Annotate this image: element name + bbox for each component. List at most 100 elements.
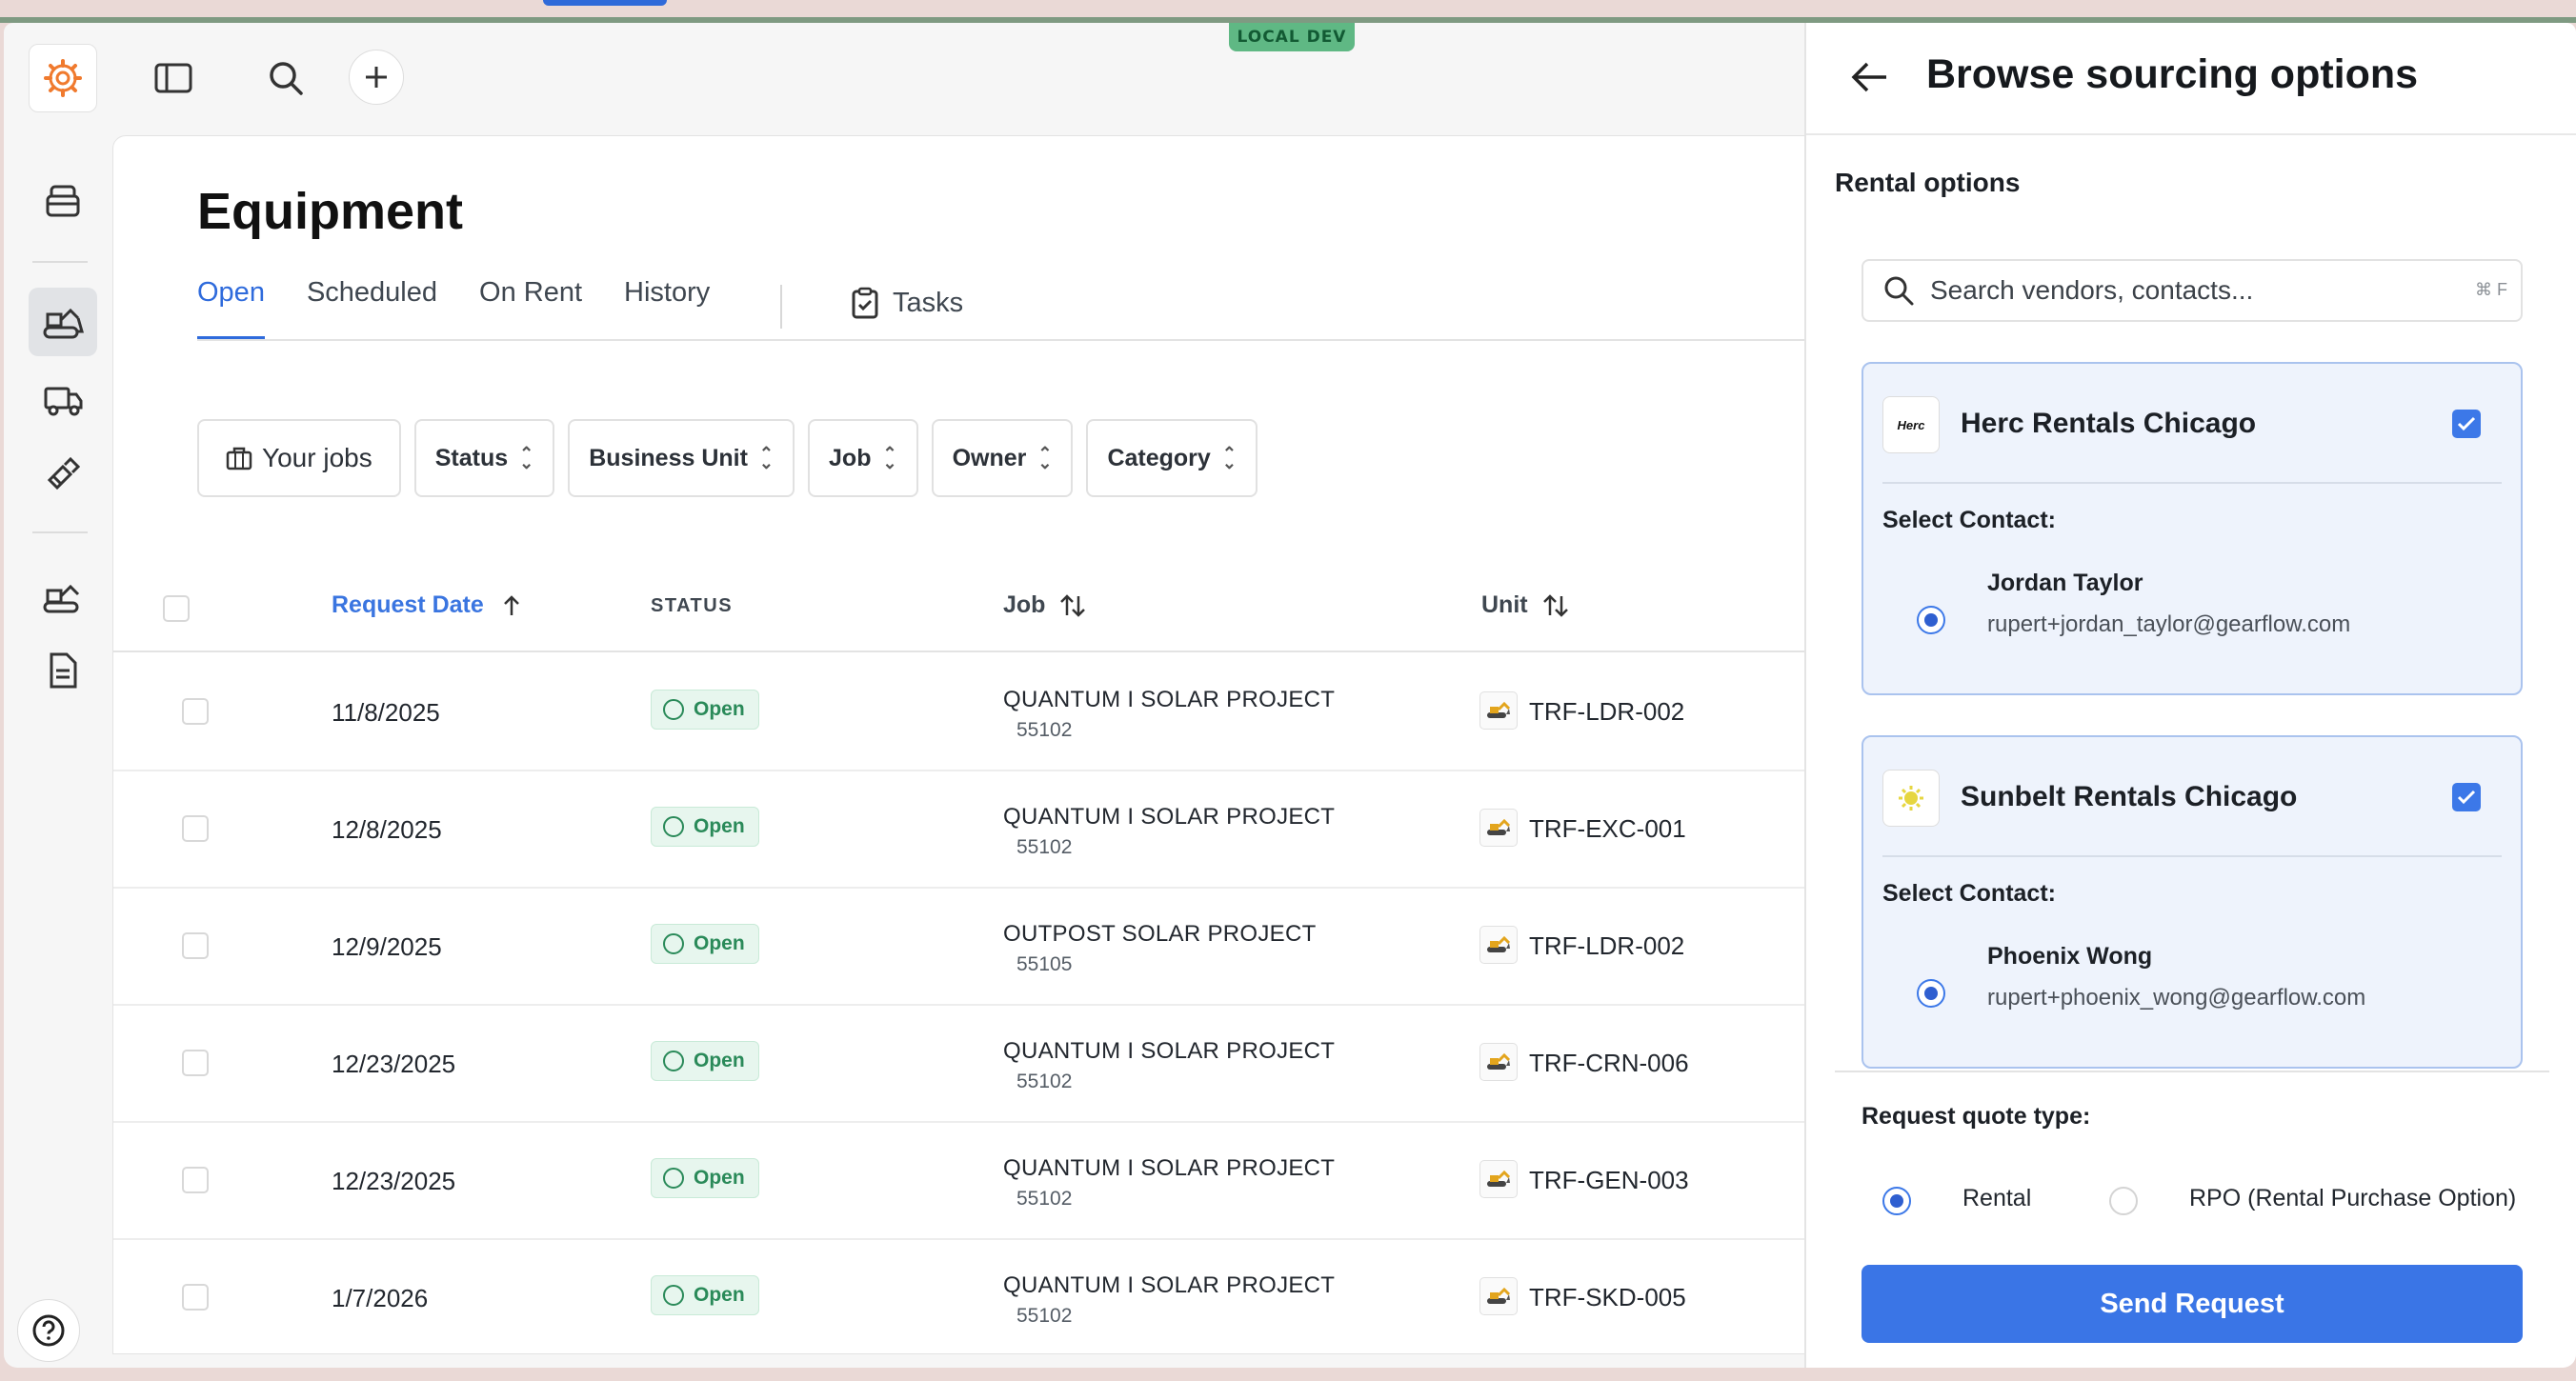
- nav-documents[interactable]: [29, 636, 97, 705]
- table-row[interactable]: 1/7/2026 Open QUANTUM I SOLAR PROJECT 55102…: [113, 1240, 1826, 1353]
- owner-filter-label: Owner: [952, 444, 1027, 471]
- tabs-underline: [197, 339, 1826, 341]
- panel-divider: [1835, 1071, 2549, 1072]
- table-row[interactable]: 12/9/2025 Open OUTPOST SOLAR PROJECT 55105 T…: [113, 889, 1826, 1006]
- clipboard-check-icon: [852, 287, 878, 319]
- row-checkbox[interactable]: [182, 1284, 209, 1311]
- status-badge: Open: [651, 807, 759, 847]
- nav-machines[interactable]: [29, 562, 97, 630]
- contact-email: rupert+jordan_taylor@gearflow.com: [1987, 611, 2351, 637]
- tools-icon: [47, 456, 81, 490]
- vendor-checkbox[interactable]: [2452, 410, 2481, 438]
- job-number: 55102: [1016, 1305, 1073, 1327]
- tab-tasks[interactable]: Tasks: [851, 287, 963, 319]
- vendor-card-sunbelt[interactable]: Sunbelt Rentals Chicago Select Contact: …: [1862, 735, 2523, 1069]
- status-badge: Open: [651, 924, 759, 964]
- select-contact-label: Select Contact:: [1882, 507, 2056, 533]
- nav-maintenance[interactable]: [29, 440, 97, 509]
- request-date: 12/8/2025: [332, 815, 442, 844]
- vendor-divider: [1882, 482, 2502, 484]
- gearflow-logo-icon[interactable]: [29, 44, 97, 112]
- chevron-updown-icon: ⌃ ⌄: [1037, 444, 1053, 472]
- request-date-header[interactable]: Request Date: [332, 591, 522, 619]
- nav-inventory[interactable]: [29, 166, 97, 234]
- job-filter-label: Job: [829, 444, 872, 471]
- add-button[interactable]: [349, 50, 404, 105]
- status-filter[interactable]: Status ⌃ ⌄: [413, 419, 555, 497]
- nav-transport[interactable]: [29, 366, 97, 434]
- table-row[interactable]: 11/8/2025 Open QUANTUM I SOLAR PROJECT 5510…: [113, 654, 1826, 771]
- tab-scheduled[interactable]: Scheduled: [307, 277, 437, 340]
- job-number: 55102: [1016, 1188, 1073, 1210]
- tab-history[interactable]: History: [624, 277, 710, 340]
- excavator-thumbnail-icon: [1479, 926, 1518, 964]
- tab-on-rent[interactable]: On Rent: [479, 277, 582, 340]
- business-unit-filter[interactable]: Business Unit ⌃ ⌄: [568, 419, 795, 497]
- status-text: Open: [694, 1050, 745, 1071]
- contact-radio[interactable]: [1917, 979, 1945, 1008]
- job-name: QUANTUM I SOLAR PROJECT: [1003, 687, 1336, 712]
- unit-code[interactable]: TRF-LDR-002: [1529, 931, 1684, 961]
- job-number: 55105: [1016, 953, 1073, 975]
- search-icon: [1884, 276, 1914, 306]
- help-button[interactable]: [17, 1299, 80, 1362]
- status-circle-icon: [663, 1051, 684, 1071]
- quote-type-rpo-label[interactable]: RPO (Rental Purchase Option): [2189, 1185, 2516, 1212]
- excavator-thumbnail-icon: [1479, 1277, 1518, 1315]
- row-checkbox[interactable]: [182, 1167, 209, 1193]
- vendor-search-input[interactable]: Search vendors, contacts... ⌘ F: [1862, 259, 2523, 322]
- unit-code[interactable]: TRF-SKD-005: [1529, 1283, 1686, 1312]
- vendor-card-herc[interactable]: Herc Herc Rentals Chicago Select Contact…: [1862, 362, 2523, 695]
- send-request-button[interactable]: Send Request: [1862, 1265, 2523, 1343]
- sort-icon: [1060, 593, 1086, 617]
- category-filter-label: Category: [1107, 444, 1211, 471]
- quote-type-rpo-radio[interactable]: [2109, 1187, 2138, 1215]
- quote-type-rental-radio[interactable]: [1882, 1187, 1911, 1215]
- your-jobs-filter[interactable]: Your jobs: [197, 419, 401, 497]
- request-date: 12/23/2025: [332, 1050, 456, 1078]
- contact-radio[interactable]: [1917, 606, 1945, 634]
- help-icon: [32, 1314, 65, 1347]
- select-all-checkbox[interactable]: [163, 595, 190, 622]
- tab-open[interactable]: Open: [197, 277, 265, 340]
- row-checkbox[interactable]: [182, 1050, 209, 1076]
- nav-equipment[interactable]: [29, 288, 97, 356]
- unit-code[interactable]: TRF-CRN-006: [1529, 1049, 1689, 1078]
- equipment-icon: [43, 308, 84, 339]
- select-contact-label: Select Contact:: [1882, 880, 2056, 907]
- vendor-checkbox[interactable]: [2452, 783, 2481, 811]
- rail-divider: [32, 531, 88, 533]
- job-header[interactable]: Job: [1003, 591, 1087, 619]
- unit-code[interactable]: TRF-GEN-003: [1529, 1166, 1689, 1195]
- tabs-divider: [780, 285, 782, 329]
- unit-code[interactable]: TRF-LDR-002: [1529, 697, 1684, 727]
- status-text: Open: [694, 932, 745, 954]
- table-row[interactable]: 12/8/2025 Open QUANTUM I SOLAR PROJECT 5510…: [113, 771, 1826, 889]
- job-filter[interactable]: Job ⌃ ⌄: [808, 419, 918, 497]
- owner-filter[interactable]: Owner ⌃ ⌄: [931, 419, 1074, 497]
- search-icon[interactable]: [265, 57, 307, 99]
- table-row[interactable]: 12/23/2025 Open QUANTUM I SOLAR PROJECT 551…: [113, 1123, 1826, 1240]
- row-checkbox[interactable]: [182, 932, 209, 959]
- rental-options-heading: Rental options: [1835, 168, 2021, 197]
- row-checkbox[interactable]: [182, 698, 209, 725]
- row-checkbox[interactable]: [182, 815, 209, 842]
- excavator-thumbnail-icon: [1479, 1160, 1518, 1198]
- sidebar-toggle-icon[interactable]: [152, 57, 194, 99]
- vendor-divider: [1882, 855, 2502, 857]
- job-name: QUANTUM I SOLAR PROJECT: [1003, 1272, 1336, 1298]
- status-badge: Open: [651, 1158, 759, 1198]
- status-filter-label: Status: [434, 444, 509, 471]
- unit-header[interactable]: Unit: [1481, 591, 1570, 619]
- back-arrow-icon[interactable]: [1850, 61, 1888, 98]
- table-row[interactable]: 12/23/2025 Open QUANTUM I SOLAR PROJECT 551…: [113, 1006, 1826, 1123]
- quote-type-rental-label[interactable]: Rental: [1962, 1185, 2031, 1212]
- sort-asc-icon: [503, 594, 519, 615]
- chevron-updown-icon: ⌃ ⌄: [882, 444, 897, 472]
- document-icon: [50, 652, 77, 689]
- job-name: QUANTUM I SOLAR PROJECT: [1003, 804, 1336, 830]
- category-filter[interactable]: Category ⌃ ⌄: [1086, 419, 1258, 497]
- unit-code[interactable]: TRF-EXC-001: [1529, 814, 1686, 844]
- status-circle-icon: [663, 699, 684, 720]
- status-text: Open: [694, 1167, 745, 1189]
